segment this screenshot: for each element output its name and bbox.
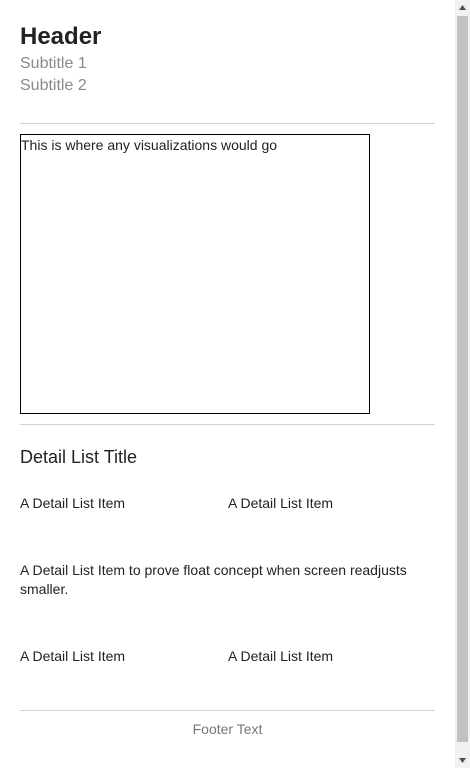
- triangle-up-icon: [459, 5, 466, 10]
- subtitle-2: Subtitle 2: [20, 77, 87, 94]
- vertical-scrollbar[interactable]: [455, 0, 470, 768]
- detail-list-item: A Detail List Item: [20, 648, 126, 664]
- detail-list-item: A Detail List Item: [228, 648, 334, 664]
- detail-list-title: Detail List Title: [20, 447, 138, 467]
- detail-list-item: A Detail List Item to prove float concep…: [20, 562, 407, 597]
- visualization-container: This is where any visualizations would g…: [20, 134, 370, 414]
- detail-list-item: A Detail List Item: [228, 495, 334, 511]
- triangle-down-icon: [459, 758, 466, 763]
- scrollbar-thumb[interactable]: [457, 16, 468, 742]
- detail-list-item: A Detail List Item: [20, 495, 126, 511]
- subtitle-1: Subtitle 1: [20, 55, 87, 72]
- scroll-up-button[interactable]: [455, 0, 470, 15]
- page: Header Subtitle 1 Subtitle 2 This is whe…: [0, 0, 455, 768]
- header-divider: [20, 123, 435, 124]
- scroll-down-button[interactable]: [455, 753, 470, 768]
- footer-divider: [20, 710, 435, 711]
- page-title: Header: [20, 23, 102, 50]
- footer-text: Footer Text: [192, 721, 263, 737]
- visualization-divider: [20, 424, 435, 425]
- visualization-placeholder-text: This is where any visualizations would g…: [21, 137, 278, 153]
